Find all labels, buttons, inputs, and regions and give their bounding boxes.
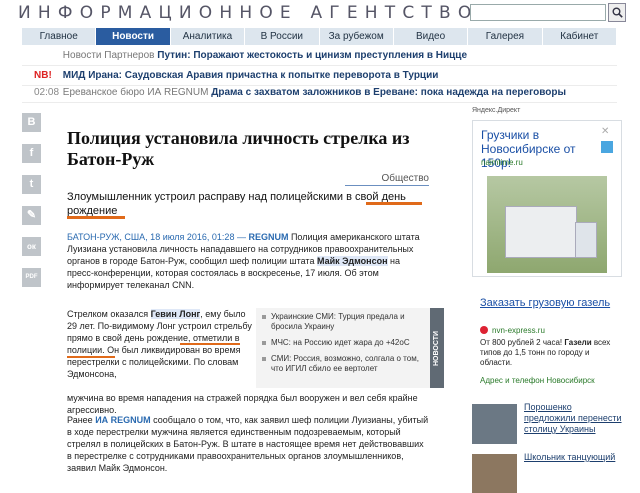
agency-title: ИНФОРМАЦИОННОЕ АГЕНТСТВО bbox=[18, 3, 479, 23]
ads-label[interactable]: Яндекс.Директ bbox=[472, 107, 622, 114]
odnoklassniki-icon: ок bbox=[27, 242, 36, 251]
ticker-row[interactable]: 02:08 Ереванское бюро ИА REGNUM Драма с … bbox=[22, 83, 617, 103]
side-news-list: Порошенко предложили перенести столицу У… bbox=[472, 402, 622, 493]
ad-text: От 800 рублей 2 часа! Газели всех типов … bbox=[480, 338, 618, 368]
agency-link[interactable]: REGNUM bbox=[248, 232, 288, 242]
annotation-underline bbox=[366, 202, 422, 205]
facebook-icon: f bbox=[29, 147, 34, 159]
lead-text: Злоумышленник устроил расправу над полиц… bbox=[67, 191, 347, 203]
nav-item-video[interactable]: Видео bbox=[394, 28, 469, 45]
ticker-headline[interactable]: Драма с захватом заложников в Ереване: п… bbox=[211, 87, 566, 98]
ticker-source: Новости Партнеров bbox=[62, 50, 155, 61]
ad-domain-text[interactable]: nvn-express.ru bbox=[480, 326, 545, 335]
vk-icon: B bbox=[27, 116, 36, 128]
article-paragraph: БАТОН-РУЖ, США, 18 июля 2016, 01:28 — RE… bbox=[67, 231, 429, 291]
news-thumbnail[interactable] bbox=[472, 404, 517, 444]
article-paragraph-cont: мужчина во время нападения на стражей по… bbox=[67, 393, 418, 415]
highlight-text: в свой день рождение, bbox=[95, 333, 191, 343]
nav-item-analytics[interactable]: Аналитика bbox=[171, 28, 246, 45]
ticker-headline[interactable]: Путин: Поражают жестокость и цинизм прес… bbox=[157, 50, 467, 61]
twitter-share-button[interactable]: t bbox=[22, 175, 41, 194]
nav-item-main[interactable]: Главное bbox=[22, 28, 97, 45]
partner-news-label: НОВОСТИ ПАРТНЕРОВ bbox=[430, 308, 454, 388]
article-title: Полиция установила личность стрелка из Б… bbox=[67, 128, 410, 169]
side-news-link[interactable]: Школьник танцующий bbox=[524, 452, 622, 463]
favicon-icon bbox=[480, 326, 488, 334]
side-news-item[interactable]: Порошенко предложили перенести столицу У… bbox=[472, 402, 622, 446]
ticker-source: Ереванское бюро ИА REGNUM bbox=[62, 87, 209, 98]
odnoklassniki-share-button[interactable]: ок bbox=[22, 237, 41, 256]
person-tag[interactable]: Майк Эдмонсон bbox=[316, 256, 388, 266]
annotation-underline bbox=[67, 216, 125, 219]
livejournal-share-button[interactable]: ✎ bbox=[22, 206, 41, 225]
ad-image[interactable] bbox=[487, 176, 607, 273]
ticker-row[interactable]: Новости Партнеров Путин: Поражают жесток… bbox=[22, 46, 617, 66]
side-news-item[interactable]: Школьник танцующий bbox=[472, 452, 622, 493]
annotation-underline bbox=[67, 356, 115, 358]
side-news-link[interactable]: Порошенко предложили перенести столицу У… bbox=[524, 402, 622, 435]
news-thumbnail[interactable] bbox=[472, 454, 517, 493]
vk-share-button[interactable]: B bbox=[22, 113, 41, 132]
search-input[interactable] bbox=[470, 4, 606, 21]
ad-text-part: От 800 рублей 2 часа! bbox=[480, 338, 565, 347]
article-paragraph: Ранее ИА REGNUM сообщало о том, что, как… bbox=[67, 414, 429, 474]
livejournal-icon: ✎ bbox=[26, 209, 37, 221]
pdf-button[interactable]: PDF bbox=[22, 268, 41, 287]
main-nav: Главное Новости Аналитика В России За ру… bbox=[22, 28, 617, 45]
truck-shape bbox=[505, 206, 577, 258]
ticker-time: 02:08 bbox=[34, 87, 60, 98]
agency-link[interactable]: ИА REGNUM bbox=[95, 415, 150, 425]
search-button[interactable] bbox=[608, 3, 626, 22]
partner-news-item[interactable]: МЧС: на Россию идет жара до +42оС bbox=[262, 338, 426, 348]
pdf-icon: PDF bbox=[25, 274, 38, 280]
nav-item-abroad[interactable]: За рубежом bbox=[320, 28, 394, 45]
article-rubric[interactable]: Общество bbox=[345, 173, 429, 186]
dateline: БАТОН-РУЖ, США, 18 июля 2016, 01:28 — bbox=[67, 232, 249, 242]
partner-news-box: Украинские СМИ: Турция предала и бросила… bbox=[256, 308, 454, 388]
nav-item-cabinet[interactable]: Кабинет bbox=[543, 28, 617, 45]
search-icon bbox=[612, 7, 623, 18]
partner-news-item[interactable]: СМИ: Россия, возможно, солгала о том, чт… bbox=[262, 354, 426, 374]
nav-item-gallery[interactable]: Галерея bbox=[468, 28, 543, 45]
nav-item-news[interactable]: Новости bbox=[96, 28, 171, 45]
partner-news-item[interactable]: Украинские СМИ: Турция предала и бросила… bbox=[262, 312, 426, 332]
ad-block[interactable]: Заказать грузовую газель nvn-express.ru … bbox=[472, 288, 622, 392]
share-column: B f t ✎ ок PDF bbox=[22, 113, 46, 299]
ticker-headline[interactable]: МИД Ирана: Саудовская Аравия причастна к… bbox=[63, 70, 439, 81]
paragraph-text: Ранее bbox=[67, 415, 96, 425]
truck-cab-shape bbox=[575, 222, 597, 258]
facebook-share-button[interactable]: f bbox=[22, 144, 41, 163]
ad-text-bold: Газели bbox=[564, 338, 592, 347]
ads-header: Яндекс.Директ bbox=[472, 107, 622, 114]
ad-domain[interactable]: nvn-express.ru bbox=[480, 326, 545, 335]
annotation-underline bbox=[180, 343, 240, 345]
person-tag[interactable]: Гевин Лонг bbox=[150, 309, 201, 319]
ad-block[interactable]: Грузчики в Новосибирске от 150р! naimtim… bbox=[472, 120, 622, 277]
ad-footer-links[interactable]: Адрес и телефон Новосибирск bbox=[480, 376, 620, 385]
top-bar: ИНФОРМАЦИОННОЕ АГЕНТСТВО bbox=[0, 0, 640, 28]
nav-item-russia[interactable]: В России bbox=[245, 28, 320, 45]
close-icon[interactable]: ✕ bbox=[601, 126, 613, 138]
paragraph-text: Стрелком оказался bbox=[67, 309, 151, 319]
info-icon[interactable] bbox=[601, 141, 613, 153]
ad-title[interactable]: Заказать грузовую газель bbox=[480, 296, 615, 310]
ad-domain[interactable]: naimtime.ru bbox=[481, 158, 523, 167]
twitter-icon: t bbox=[29, 178, 34, 190]
